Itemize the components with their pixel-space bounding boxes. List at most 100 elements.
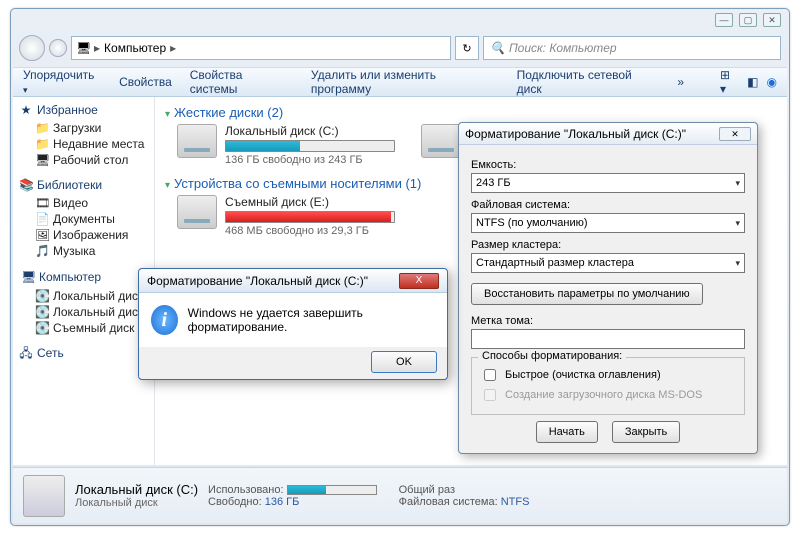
music-icon: 🎵 [35, 244, 49, 258]
system-properties-button[interactable]: Свойства системы [190, 68, 293, 96]
sidebar-item-drive-e[interactable]: 💽Съемный диск (E [19, 320, 148, 336]
desktop-icon: 🖥 [35, 153, 49, 167]
search-placeholder: Поиск: Компьютер [509, 41, 617, 55]
cluster-label: Размер кластера: [471, 239, 745, 251]
star-icon: ★ [19, 103, 33, 117]
breadcrumb-root[interactable]: Компьютер [104, 41, 166, 55]
sidebar-item-videos[interactable]: 🎞Видео [19, 195, 148, 211]
dialog-titlebar[interactable]: Форматирование "Локальный диск (C:)" ✕ [459, 123, 757, 145]
drive-e[interactable]: Съемный диск (E:) 468 МБ свободно из 29,… [177, 195, 407, 237]
document-icon: 📄 [35, 212, 49, 226]
preview-pane-icon[interactable]: ◧ [747, 75, 758, 89]
usage-bar [225, 211, 395, 223]
close-button[interactable]: X [399, 273, 439, 289]
properties-button[interactable]: Свойства [119, 75, 172, 89]
capacity-combo[interactable]: 243 ГБ [471, 173, 745, 193]
chevron-right-icon: ▸ [170, 41, 176, 55]
fs-label: Файловая система: [399, 496, 498, 508]
minimize-button[interactable]: — [715, 13, 733, 27]
nav-back-button[interactable] [19, 35, 45, 61]
libraries-group[interactable]: 📚Библиотеки [19, 178, 148, 192]
messagebox-titlebar[interactable]: Форматирование "Локальный диск (C:)" X [139, 269, 447, 293]
capacity-label: Емкость: [471, 159, 745, 171]
drive-icon [421, 124, 461, 158]
sidebar-item-documents[interactable]: 📄Документы [19, 211, 148, 227]
options-legend: Способы форматирования: [478, 350, 626, 362]
organize-menu[interactable]: Упорядочить [23, 68, 101, 96]
used-label: Использовано: [208, 484, 284, 496]
selected-title: Локальный диск (C:) [75, 482, 198, 497]
drive-icon [177, 195, 217, 229]
format-options-group: Способы форматирования: Быстрое (очистка… [471, 357, 745, 415]
breadcrumb[interactable]: 🖥 ▸ Компьютер ▸ [71, 36, 451, 60]
expand-icon: ▾ [165, 180, 170, 191]
close-dialog-button[interactable]: Закрыть [612, 421, 680, 443]
hard-drives-header[interactable]: ▾Жесткие диски (2) [165, 105, 777, 120]
volume-label-label: Метка тома: [471, 315, 745, 327]
sidebar-item-drive-d[interactable]: 💽Локальный диск [19, 304, 148, 320]
volume-label-input[interactable] [471, 329, 745, 349]
refresh-button[interactable]: ↻ [455, 36, 479, 60]
command-bar: Упорядочить Свойства Свойства системы Уд… [13, 67, 787, 97]
sidebar-item-pictures[interactable]: 🖼Изображения [19, 227, 148, 243]
sidebar-item-recent[interactable]: 📁Недавние места [19, 136, 148, 152]
details-pane: Локальный диск (C:) Локальный диск Испол… [13, 467, 787, 523]
quick-format-checkbox[interactable]: Быстрое (очистка оглавления) [480, 366, 736, 384]
drive-icon [177, 124, 217, 158]
cluster-combo[interactable]: Стандартный размер кластера [471, 253, 745, 273]
ok-button[interactable]: OK [371, 351, 437, 373]
sidebar-item-music[interactable]: 🎵Музыка [19, 243, 148, 259]
picture-icon: 🖼 [35, 228, 49, 242]
messagebox-title: Форматирование "Локальный диск (C:)" [147, 274, 368, 288]
drive-freespace: 136 ГБ свободно из 243 ГБ [225, 154, 407, 166]
messagebox-text: Windows не удается завершить форматирова… [188, 306, 435, 334]
free-label: Свободно: [208, 496, 262, 508]
navigation-pane: ★Избранное 📁Загрузки 📁Недавние места 🖥Ра… [13, 97, 155, 465]
map-drive-button[interactable]: Подключить сетевой диск [517, 68, 660, 96]
window-controls: — ▢ ✕ [715, 13, 781, 27]
toolbar-overflow[interactable]: » [677, 75, 684, 89]
start-button[interactable]: Начать [536, 421, 598, 443]
help-icon[interactable]: ◉ [767, 75, 777, 89]
sidebar-item-drive-c[interactable]: 💽Локальный диск [19, 288, 148, 304]
filesystem-label: Файловая система: [471, 199, 745, 211]
free-value: 136 ГБ [265, 496, 300, 508]
library-icon: 📚 [19, 178, 33, 192]
chevron-right-icon: ▸ [94, 41, 100, 55]
computer-icon: 🖥 [76, 41, 90, 55]
drive-label: Съемный диск (E:) [225, 195, 407, 209]
dialog-title: Форматирование "Локальный диск (C:)" [465, 127, 686, 141]
usage-bar [287, 485, 377, 495]
nav-forward-button[interactable] [49, 39, 67, 57]
fs-value: NTFS [501, 496, 530, 508]
search-icon: 🔍 [490, 41, 505, 55]
expand-icon: ▾ [165, 109, 170, 120]
view-options-icon[interactable]: ⊞ ▾ [720, 68, 739, 96]
drive-freespace: 468 МБ свободно из 29,3 ГБ [225, 225, 407, 237]
address-bar-row: 🖥 ▸ Компьютер ▸ ↻ 🔍 Поиск: Компьютер [19, 33, 781, 63]
usage-bar [225, 140, 395, 152]
drive-icon [23, 475, 65, 517]
info-icon: i [151, 305, 178, 335]
drive-label: Локальный диск (C:) [225, 124, 407, 138]
close-button[interactable]: ✕ [719, 127, 751, 141]
uninstall-button[interactable]: Удалить или изменить программу [311, 68, 499, 96]
favorites-group[interactable]: ★Избранное [19, 103, 148, 117]
sidebar-item-network[interactable]: 🖧Сеть [19, 346, 148, 360]
drive-icon: 💽 [35, 289, 49, 303]
error-messagebox: Форматирование "Локальный диск (C:)" X i… [138, 268, 448, 380]
network-icon: 🖧 [19, 346, 33, 360]
close-button[interactable]: ✕ [763, 13, 781, 27]
sidebar-item-computer[interactable]: 🖥Компьютер [19, 269, 148, 285]
filesystem-combo[interactable]: NTFS (по умолчанию) [471, 213, 745, 233]
sidebar-item-desktop[interactable]: 🖥Рабочий стол [19, 152, 148, 168]
search-input[interactable]: 🔍 Поиск: Компьютер [483, 36, 781, 60]
sidebar-item-downloads[interactable]: 📁Загрузки [19, 120, 148, 136]
recent-icon: 📁 [35, 137, 49, 151]
maximize-button[interactable]: ▢ [739, 13, 757, 27]
restore-defaults-button[interactable]: Восстановить параметры по умолчанию [471, 283, 703, 305]
video-icon: 🎞 [35, 196, 49, 210]
drive-c[interactable]: Локальный диск (C:) 136 ГБ свободно из 2… [177, 124, 407, 166]
drive-icon: 💽 [35, 321, 49, 335]
computer-icon: 🖥 [21, 270, 35, 284]
